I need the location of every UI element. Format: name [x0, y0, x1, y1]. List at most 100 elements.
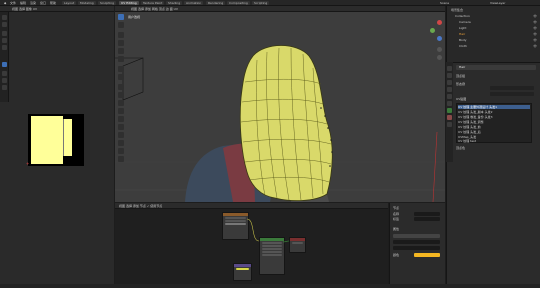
menu-edit[interactable]: 编辑 — [20, 1, 26, 5]
uv-editor-menu[interactable]: 视图 选择 图像 UV — [12, 7, 37, 11]
rotate-tool-icon[interactable] — [2, 38, 7, 43]
output-tab-icon[interactable] — [447, 80, 452, 85]
uv-map-item[interactable]: UV 纹理 头发_副本 头发2 — [458, 110, 530, 114]
shrink-icon[interactable] — [118, 156, 124, 162]
uv-map-list[interactable]: UV 纹理 主要外观设计 头发1 UV 纹理 头发_副本 头发2 UV 纹理 卷… — [456, 103, 532, 143]
section-shape-keys[interactable]: 形态键 — [456, 82, 465, 86]
outliner-item[interactable]: Light — [459, 26, 467, 31]
projection-select[interactable] — [393, 246, 440, 250]
menu-render[interactable]: 渲染 — [30, 1, 36, 5]
uv-map-item[interactable]: UV 纹理 头发_前 — [458, 125, 530, 129]
interpolation-select[interactable] — [393, 240, 440, 244]
outliner-scene-collection[interactable]: 场景集合 — [451, 8, 463, 13]
visibility-icon[interactable]: 👁 — [533, 44, 537, 49]
menu-file[interactable]: 文件 — [10, 1, 16, 5]
smooth-icon[interactable] — [118, 140, 124, 146]
spin-icon[interactable] — [118, 132, 124, 138]
loop-cut-icon[interactable] — [118, 108, 124, 114]
transform-icon[interactable] — [118, 56, 124, 62]
knife-icon[interactable] — [118, 116, 124, 122]
scene-selector[interactable]: Scene — [440, 1, 449, 5]
poly-build-icon[interactable] — [118, 124, 124, 130]
gizmo-x-axis-icon[interactable] — [437, 20, 442, 25]
menu-window[interactable]: 窗口 — [40, 1, 46, 5]
tab-shading[interactable]: Shading — [166, 1, 183, 5]
outliner-item-active[interactable]: Hair — [459, 32, 465, 37]
outliner-item[interactable]: Body — [459, 38, 467, 43]
shape-key-field[interactable] — [490, 86, 534, 90]
pan-icon[interactable] — [437, 55, 442, 60]
edge-slide-icon[interactable] — [118, 148, 124, 154]
grab-tool-icon[interactable] — [2, 62, 7, 67]
outliner-item[interactable]: Collection — [455, 14, 470, 19]
3d-viewport[interactable] — [115, 12, 445, 202]
uv-map-item[interactable]: UV 纹理 卷发_备份 头发3 — [458, 115, 530, 119]
node-color-swatch[interactable] — [414, 253, 440, 257]
tool-tab-icon[interactable] — [447, 66, 452, 71]
cursor-tool-icon[interactable] — [2, 22, 7, 27]
zoom-icon[interactable] — [437, 47, 442, 52]
visibility-icon[interactable]: 👁 — [533, 32, 537, 37]
tab-animation[interactable]: Animation — [184, 1, 204, 5]
inset-icon[interactable] — [118, 92, 124, 98]
uv-map-item-selected[interactable]: UV 纹理 主要外观设计 头发1 — [458, 105, 530, 109]
uv-island-main[interactable] — [31, 116, 63, 164]
tab-texture-paint[interactable]: Texture Paint — [141, 1, 165, 5]
tab-rendering[interactable]: Rendering — [206, 1, 226, 5]
node-name-field[interactable] — [414, 212, 440, 216]
annotate-tool-icon[interactable] — [2, 85, 7, 90]
select-tool-icon[interactable] — [2, 15, 7, 20]
section-uv-maps[interactable]: UV贴图 — [456, 97, 466, 101]
extrude-icon[interactable] — [118, 84, 124, 90]
cursor-icon[interactable] — [118, 22, 124, 28]
measure-icon[interactable] — [118, 74, 124, 80]
bevel-icon[interactable] — [118, 100, 124, 106]
visibility-icon[interactable]: 👁 — [533, 14, 537, 19]
gizmo-z-axis-icon[interactable] — [437, 36, 442, 41]
visibility-icon[interactable]: 👁 — [533, 20, 537, 25]
blender-logo-icon[interactable]: ◆ — [4, 1, 6, 5]
visibility-icon[interactable]: 👁 — [533, 26, 537, 31]
move-tool-icon[interactable] — [2, 31, 7, 36]
object-tab-icon[interactable] — [447, 94, 452, 99]
node-editor-canvas[interactable] — [115, 209, 388, 286]
uv-island-strip[interactable] — [63, 119, 72, 156]
shape-key-field-2[interactable] — [490, 92, 534, 96]
viewport-menu[interactable]: 视图 选择 添加 网格 顶点 边 面 UV — [131, 7, 178, 11]
scene-tab-icon[interactable] — [447, 87, 452, 92]
tab-uv-editing[interactable]: UV Editing — [119, 1, 139, 5]
scale-tool-icon[interactable] — [2, 45, 7, 50]
uv-map-item[interactable]: UV 纹理 头发_后 — [458, 130, 530, 134]
relax-tool-icon[interactable] — [2, 78, 7, 83]
node-label-field[interactable] — [414, 217, 440, 221]
tab-scripting[interactable]: Scripting — [252, 1, 270, 5]
outliner-item[interactable]: Camera — [459, 20, 471, 25]
section-vertex-groups[interactable]: 顶点组 — [456, 74, 465, 78]
scale-icon[interactable] — [118, 48, 124, 54]
uv-map-item[interactable]: UV 纹理 头发_调整 — [458, 120, 530, 124]
select-box-icon[interactable] — [118, 14, 124, 20]
tab-sculpting[interactable]: Sculpting — [98, 1, 117, 5]
menu-help[interactable]: 帮助 — [50, 1, 56, 5]
data-tab-icon[interactable] — [447, 108, 452, 113]
section-vertex-colors[interactable]: 顶点色 — [456, 146, 465, 150]
uv-map-item[interactable]: UV 纹理 test — [458, 139, 530, 143]
move-icon[interactable] — [118, 32, 124, 38]
tab-compositing[interactable]: Compositing — [227, 1, 250, 5]
rotate-icon[interactable] — [118, 40, 124, 46]
pinch-tool-icon[interactable] — [2, 71, 7, 76]
image-datablock-field[interactable] — [393, 234, 440, 238]
material-tab-icon[interactable] — [447, 115, 452, 120]
tab-layout[interactable]: Layout — [62, 1, 77, 5]
gizmo-y-axis-icon[interactable] — [430, 28, 435, 33]
tab-modeling[interactable]: Modeling — [78, 1, 96, 5]
outliner-item[interactable]: Cloth — [459, 44, 467, 49]
object-name-field[interactable]: Hair — [456, 65, 536, 70]
visibility-icon[interactable]: 👁 — [533, 38, 537, 43]
texture-tab-icon[interactable] — [447, 122, 452, 127]
render-tab-icon[interactable] — [447, 73, 452, 78]
modifier-tab-icon[interactable] — [447, 101, 452, 106]
annotate-icon[interactable] — [118, 66, 124, 72]
node-editor-menu[interactable]: 视图 选择 添加 节点 ✓ 使用节点 — [119, 204, 162, 208]
view-layer-selector[interactable]: ViewLayer — [490, 1, 505, 5]
